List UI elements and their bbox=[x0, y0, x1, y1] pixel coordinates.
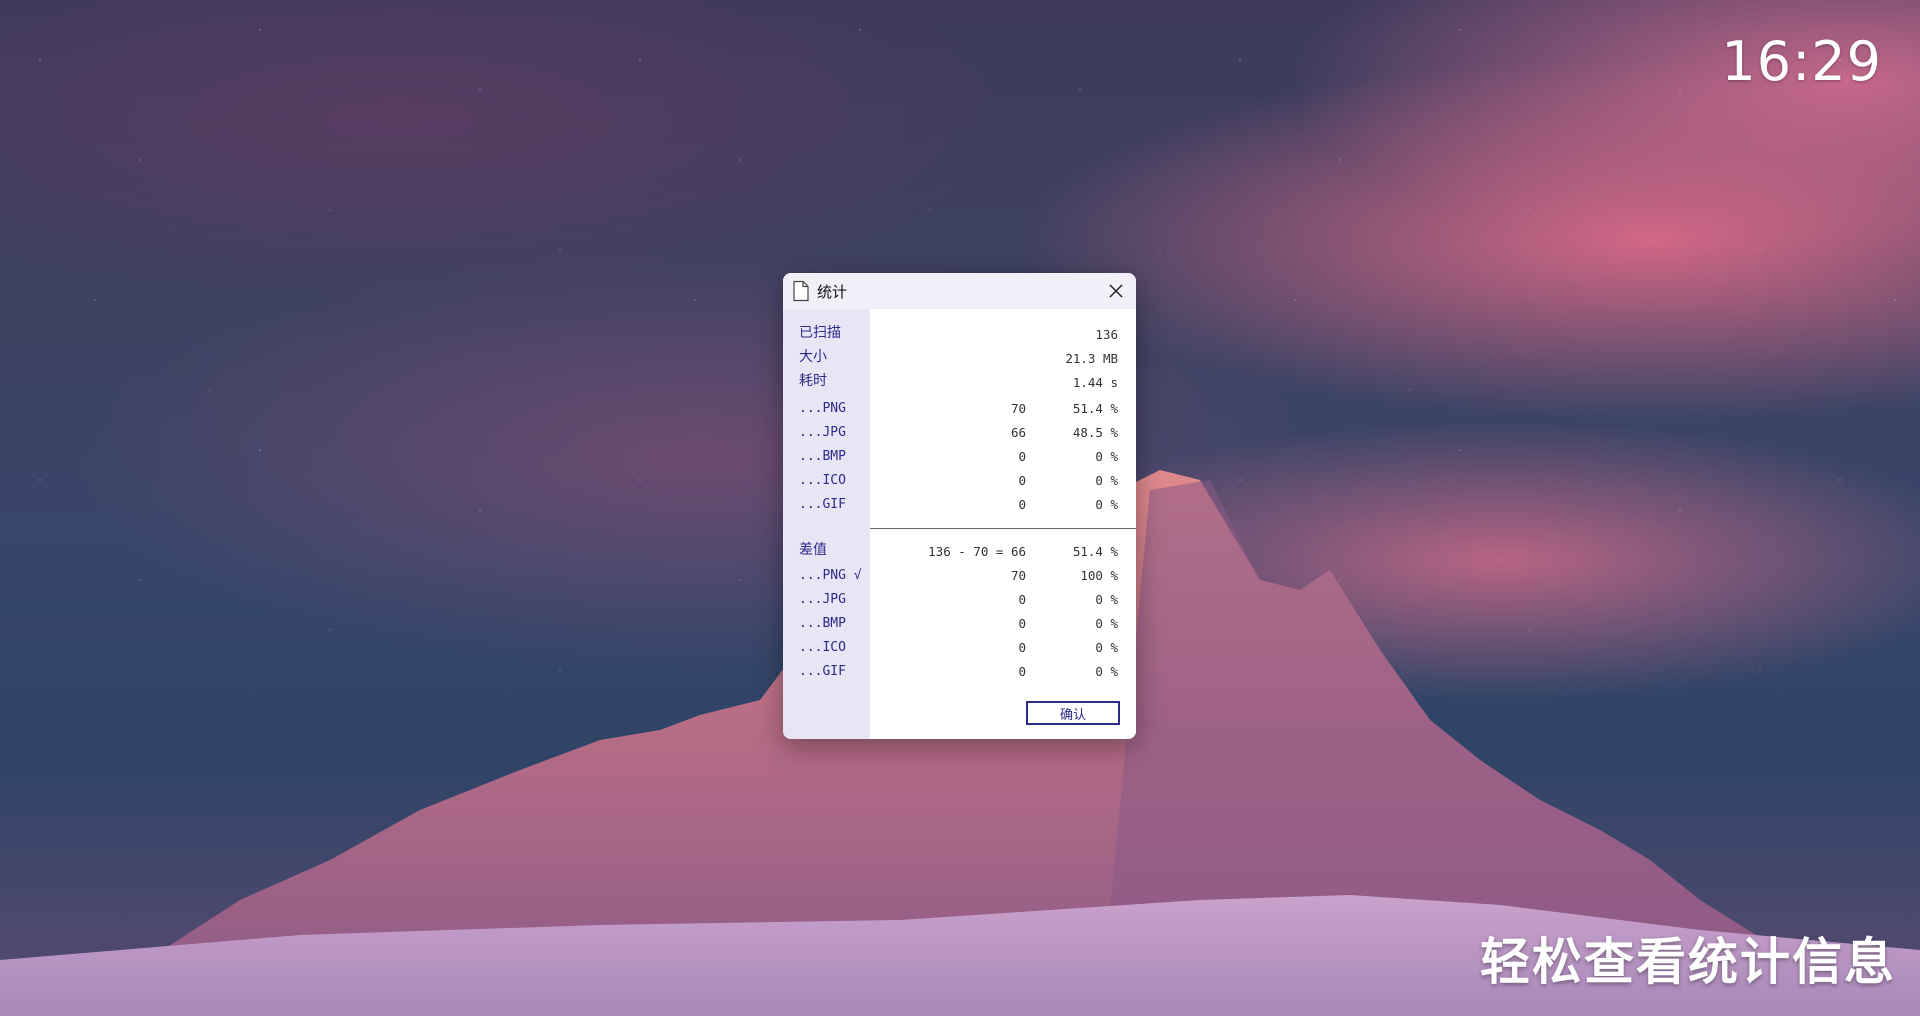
desktop-clock: 16:29 bbox=[1721, 30, 1882, 93]
close-button[interactable] bbox=[1104, 279, 1128, 303]
dialog-titlebar[interactable]: 统计 bbox=[783, 273, 1136, 309]
format-count: 0 bbox=[1018, 640, 1026, 655]
format-percent: 51.4 % bbox=[1072, 401, 1118, 416]
format-label: ...PNG √ bbox=[799, 568, 862, 583]
scan-format-row: ...BMP 0 0 % bbox=[783, 447, 1136, 467]
scanned-row: 已扫描 136 bbox=[783, 323, 1136, 343]
diff-expression: 136 - 70 = 66 bbox=[928, 544, 1026, 559]
scan-format-row: ...JPG 66 48.5 % bbox=[783, 423, 1136, 443]
document-icon bbox=[793, 280, 809, 302]
scan-format-row: ...GIF 0 0 % bbox=[783, 495, 1136, 515]
format-percent: 0 % bbox=[1095, 640, 1118, 655]
promo-caption: 轻松查看统计信息 bbox=[1480, 933, 1896, 991]
format-percent: 0 % bbox=[1095, 592, 1118, 607]
format-label: ...GIF bbox=[799, 497, 846, 512]
size-label: 大小 bbox=[799, 349, 827, 365]
diff-format-row: ...JPG 0 0 % bbox=[783, 590, 1136, 610]
diff-format-row: ...GIF 0 0 % bbox=[783, 662, 1136, 682]
time-label: 耗时 bbox=[799, 373, 827, 389]
format-label: ...ICO bbox=[799, 473, 846, 488]
diff-format-row: ...BMP 0 0 % bbox=[783, 614, 1136, 634]
format-percent: 48.5 % bbox=[1072, 425, 1118, 440]
format-percent: 100 % bbox=[1080, 568, 1118, 583]
close-icon bbox=[1109, 284, 1123, 298]
format-label: ...GIF bbox=[799, 664, 846, 679]
format-count: 70 bbox=[1010, 401, 1026, 416]
format-percent: 0 % bbox=[1095, 497, 1118, 512]
diff-row: 差值 136 - 70 = 66 51.4 % bbox=[783, 540, 1136, 560]
statistics-dialog: 统计 已扫描 136 大小 21.3 MB 耗时 1.44 s ...PNG 7… bbox=[783, 273, 1136, 739]
format-label: ...JPG bbox=[799, 592, 846, 607]
format-percent: 0 % bbox=[1095, 664, 1118, 679]
size-value: 21.3 MB bbox=[1065, 351, 1118, 366]
format-count: 0 bbox=[1018, 664, 1026, 679]
scanned-value: 136 bbox=[1095, 327, 1118, 342]
format-label: ...JPG bbox=[799, 425, 846, 440]
size-row: 大小 21.3 MB bbox=[783, 347, 1136, 367]
format-count: 0 bbox=[1018, 449, 1026, 464]
section-divider bbox=[870, 528, 1136, 529]
format-count: 70 bbox=[1010, 568, 1026, 583]
diff-format-row: ...PNG √ 70 100 % bbox=[783, 566, 1136, 586]
time-value: 1.44 s bbox=[1072, 375, 1118, 390]
format-count: 0 bbox=[1018, 473, 1026, 488]
format-percent: 0 % bbox=[1095, 616, 1118, 631]
diff-label: 差值 bbox=[799, 542, 827, 558]
dialog-title: 统计 bbox=[817, 282, 848, 301]
confirm-button[interactable]: 确认 bbox=[1026, 701, 1120, 725]
scan-format-row: ...ICO 0 0 % bbox=[783, 471, 1136, 491]
diff-format-row: ...ICO 0 0 % bbox=[783, 638, 1136, 658]
format-count: 0 bbox=[1018, 592, 1026, 607]
format-count: 0 bbox=[1018, 616, 1026, 631]
diff-percent: 51.4 % bbox=[1072, 544, 1118, 559]
format-label: ...BMP bbox=[799, 449, 846, 464]
format-percent: 0 % bbox=[1095, 449, 1118, 464]
scanned-label: 已扫描 bbox=[799, 325, 841, 341]
scan-format-row: ...PNG 70 51.4 % bbox=[783, 399, 1136, 419]
format-count: 66 bbox=[1010, 425, 1026, 440]
format-label: ...BMP bbox=[799, 616, 846, 631]
time-row: 耗时 1.44 s bbox=[783, 371, 1136, 391]
format-count: 0 bbox=[1018, 497, 1026, 512]
format-label: ...ICO bbox=[799, 640, 846, 655]
format-label: ...PNG bbox=[799, 401, 846, 416]
format-percent: 0 % bbox=[1095, 473, 1118, 488]
